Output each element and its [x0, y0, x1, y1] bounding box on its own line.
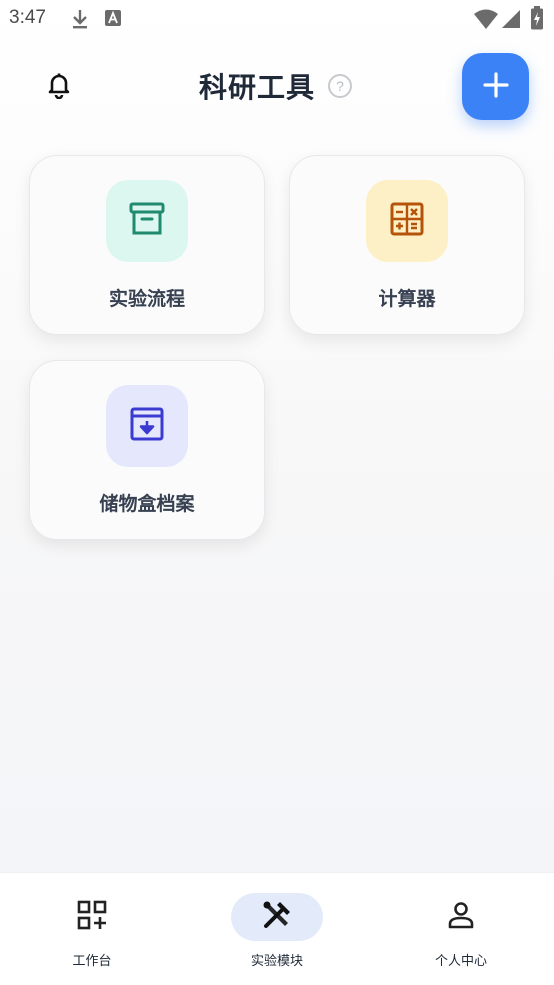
- signal-icon: [501, 8, 521, 34]
- nav-icon-wrap-active: [231, 893, 323, 941]
- bottom-nav: 工作台 实验模块 个人中心: [0, 872, 554, 985]
- calculator-icon: [388, 200, 426, 242]
- archive-box-icon: [128, 200, 166, 242]
- nav-label: 个人中心: [434, 954, 487, 969]
- help-icon[interactable]: ?: [328, 74, 352, 98]
- archive-download-icon: [128, 405, 166, 447]
- card-label: 计算器: [378, 288, 436, 310]
- wifi-icon: [473, 8, 499, 34]
- help-glyph: ?: [336, 78, 344, 94]
- download-icon: [70, 8, 90, 34]
- card-icon-bg: [366, 180, 448, 262]
- card-icon-bg: [106, 385, 188, 467]
- nav-item-personal-center[interactable]: 个人中心: [369, 873, 553, 985]
- nav-label: 实验模块: [250, 954, 303, 969]
- card-storage-box-archive[interactable]: 储物盒档案: [29, 360, 265, 540]
- person-icon: [446, 900, 476, 934]
- add-button[interactable]: [462, 53, 529, 120]
- card-experiment-process[interactable]: 实验流程: [29, 155, 265, 335]
- nav-item-experiment-module[interactable]: 实验模块: [185, 873, 369, 985]
- nav-icon-wrap: [46, 893, 138, 941]
- bell-icon: [46, 71, 72, 103]
- card-calculator[interactable]: 计算器: [289, 155, 525, 335]
- plus-icon: [482, 71, 510, 103]
- page-title: 科研工具: [199, 71, 316, 104]
- nav-icon-wrap: [415, 893, 507, 941]
- text-a-icon: [104, 8, 122, 32]
- grid-plus-icon: [77, 900, 107, 934]
- status-time: 3:47: [9, 7, 46, 28]
- tools-icon: [261, 899, 293, 935]
- card-label: 储物盒档案: [99, 493, 195, 515]
- nav-label: 工作台: [72, 954, 112, 969]
- battery-charging-icon: [530, 6, 544, 34]
- card-label: 实验流程: [108, 288, 185, 310]
- status-bar: 3:47: [0, 0, 554, 40]
- card-icon-bg: [106, 180, 188, 262]
- nav-item-workbench[interactable]: 工作台: [0, 873, 184, 985]
- notification-button[interactable]: [40, 68, 78, 106]
